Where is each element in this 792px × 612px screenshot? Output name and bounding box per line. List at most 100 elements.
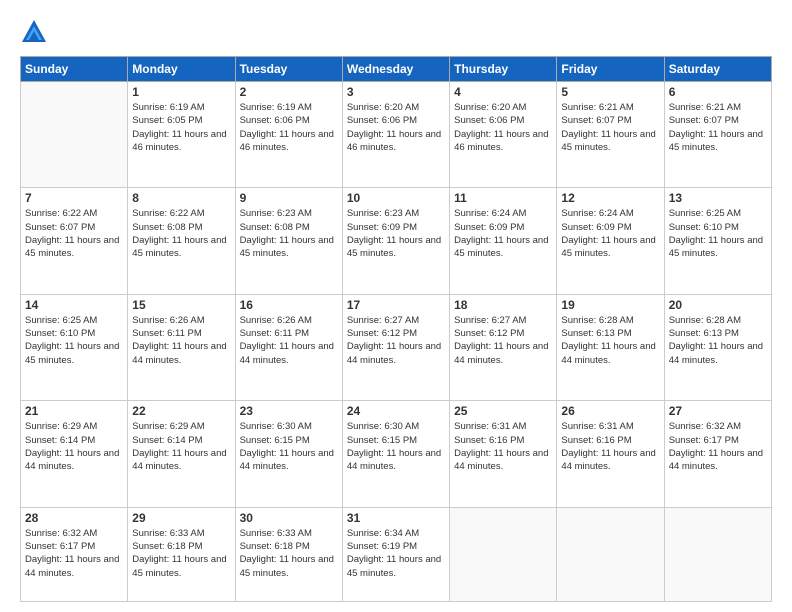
cell-info: Sunrise: 6:21 AMSunset: 6:07 PMDaylight:… bbox=[669, 101, 767, 154]
day-number: 24 bbox=[347, 404, 445, 418]
calendar-cell: 1 Sunrise: 6:19 AMSunset: 6:05 PMDaylight… bbox=[128, 82, 235, 188]
cell-info: Sunrise: 6:28 AMSunset: 6:13 PMDaylight:… bbox=[561, 314, 659, 367]
calendar-cell: 25 Sunrise: 6:31 AMSunset: 6:16 PMDayligh… bbox=[450, 401, 557, 507]
calendar-cell: 28 Sunrise: 6:32 AMSunset: 6:17 PMDayligh… bbox=[21, 507, 128, 601]
calendar-cell: 20 Sunrise: 6:28 AMSunset: 6:13 PMDayligh… bbox=[664, 294, 771, 400]
calendar-cell: 14 Sunrise: 6:25 AMSunset: 6:10 PMDayligh… bbox=[21, 294, 128, 400]
weekday-header: Wednesday bbox=[342, 57, 449, 82]
cell-info: Sunrise: 6:20 AMSunset: 6:06 PMDaylight:… bbox=[454, 101, 552, 154]
cell-info: Sunrise: 6:27 AMSunset: 6:12 PMDaylight:… bbox=[454, 314, 552, 367]
cell-info: Sunrise: 6:32 AMSunset: 6:17 PMDaylight:… bbox=[25, 527, 123, 580]
calendar-cell: 2 Sunrise: 6:19 AMSunset: 6:06 PMDaylight… bbox=[235, 82, 342, 188]
day-number: 16 bbox=[240, 298, 338, 312]
cell-info: Sunrise: 6:20 AMSunset: 6:06 PMDaylight:… bbox=[347, 101, 445, 154]
day-number: 25 bbox=[454, 404, 552, 418]
calendar-row: 21 Sunrise: 6:29 AMSunset: 6:14 PMDayligh… bbox=[21, 401, 772, 507]
cell-info: Sunrise: 6:33 AMSunset: 6:18 PMDaylight:… bbox=[240, 527, 338, 580]
logo bbox=[20, 18, 52, 46]
calendar-cell bbox=[450, 507, 557, 601]
cell-info: Sunrise: 6:31 AMSunset: 6:16 PMDaylight:… bbox=[454, 420, 552, 473]
weekday-header-row: SundayMondayTuesdayWednesdayThursdayFrid… bbox=[21, 57, 772, 82]
calendar-cell bbox=[664, 507, 771, 601]
cell-info: Sunrise: 6:19 AMSunset: 6:05 PMDaylight:… bbox=[132, 101, 230, 154]
day-number: 27 bbox=[669, 404, 767, 418]
cell-info: Sunrise: 6:28 AMSunset: 6:13 PMDaylight:… bbox=[669, 314, 767, 367]
calendar-cell: 29Sunrise: 6:33 AMSunset: 6:18 PMDayligh… bbox=[128, 507, 235, 601]
calendar-cell: 30 Sunrise: 6:33 AMSunset: 6:18 PMDayligh… bbox=[235, 507, 342, 601]
day-number: 3 bbox=[347, 85, 445, 99]
day-number: 1 bbox=[132, 85, 230, 99]
calendar-cell: 15 Sunrise: 6:26 AMSunset: 6:11 PMDayligh… bbox=[128, 294, 235, 400]
calendar-cell: 24 Sunrise: 6:30 AMSunset: 6:15 PMDayligh… bbox=[342, 401, 449, 507]
day-number: 30 bbox=[240, 511, 338, 525]
day-number: 7 bbox=[25, 191, 123, 205]
cell-info: Sunrise: 6:25 AMSunset: 6:10 PMDaylight:… bbox=[669, 207, 767, 260]
cell-info: Sunrise: 6:29 AMSunset: 6:14 PMDaylight:… bbox=[25, 420, 123, 473]
weekday-header: Sunday bbox=[21, 57, 128, 82]
calendar-cell: 4 Sunrise: 6:20 AMSunset: 6:06 PMDaylight… bbox=[450, 82, 557, 188]
weekday-header: Saturday bbox=[664, 57, 771, 82]
day-number: 19 bbox=[561, 298, 659, 312]
weekday-header: Friday bbox=[557, 57, 664, 82]
day-number: 21 bbox=[25, 404, 123, 418]
day-number: 26 bbox=[561, 404, 659, 418]
day-number: 17 bbox=[347, 298, 445, 312]
logo-icon bbox=[20, 18, 48, 46]
day-number: 12 bbox=[561, 191, 659, 205]
calendar-cell: 6 Sunrise: 6:21 AMSunset: 6:07 PMDaylight… bbox=[664, 82, 771, 188]
weekday-header: Tuesday bbox=[235, 57, 342, 82]
weekday-header: Monday bbox=[128, 57, 235, 82]
page: SundayMondayTuesdayWednesdayThursdayFrid… bbox=[0, 0, 792, 612]
calendar-row: 14 Sunrise: 6:25 AMSunset: 6:10 PMDayligh… bbox=[21, 294, 772, 400]
calendar-cell: 27Sunrise: 6:32 AMSunset: 6:17 PMDayligh… bbox=[664, 401, 771, 507]
calendar-cell: 7 Sunrise: 6:22 AMSunset: 6:07 PMDaylight… bbox=[21, 188, 128, 294]
calendar-cell: 11 Sunrise: 6:24 AMSunset: 6:09 PMDayligh… bbox=[450, 188, 557, 294]
calendar-cell: 5 Sunrise: 6:21 AMSunset: 6:07 PMDaylight… bbox=[557, 82, 664, 188]
calendar-cell: 21 Sunrise: 6:29 AMSunset: 6:14 PMDayligh… bbox=[21, 401, 128, 507]
cell-info: Sunrise: 6:21 AMSunset: 6:07 PMDaylight:… bbox=[561, 101, 659, 154]
day-number: 4 bbox=[454, 85, 552, 99]
cell-info: Sunrise: 6:31 AMSunset: 6:16 PMDaylight:… bbox=[561, 420, 659, 473]
calendar-cell: 31 Sunrise: 6:34 AMSunset: 6:19 PMDayligh… bbox=[342, 507, 449, 601]
calendar-cell: 18 Sunrise: 6:27 AMSunset: 6:12 PMDayligh… bbox=[450, 294, 557, 400]
calendar-cell: 22 Sunrise: 6:29 AMSunset: 6:14 PMDayligh… bbox=[128, 401, 235, 507]
calendar-cell: 12 Sunrise: 6:24 AMSunset: 6:09 PMDayligh… bbox=[557, 188, 664, 294]
cell-info: Sunrise: 6:29 AMSunset: 6:14 PMDaylight:… bbox=[132, 420, 230, 473]
calendar-cell: 8 Sunrise: 6:22 AMSunset: 6:08 PMDaylight… bbox=[128, 188, 235, 294]
calendar-row: 28 Sunrise: 6:32 AMSunset: 6:17 PMDayligh… bbox=[21, 507, 772, 601]
calendar-cell: 19 Sunrise: 6:28 AMSunset: 6:13 PMDayligh… bbox=[557, 294, 664, 400]
calendar-cell: 17Sunrise: 6:27 AMSunset: 6:12 PMDayligh… bbox=[342, 294, 449, 400]
day-number: 18 bbox=[454, 298, 552, 312]
cell-info: Sunrise: 6:22 AMSunset: 6:08 PMDaylight:… bbox=[132, 207, 230, 260]
day-number: 5 bbox=[561, 85, 659, 99]
cell-info: Sunrise: 6:19 AMSunset: 6:06 PMDaylight:… bbox=[240, 101, 338, 154]
day-number: 10 bbox=[347, 191, 445, 205]
day-number: 14 bbox=[25, 298, 123, 312]
day-number: 31 bbox=[347, 511, 445, 525]
day-number: 23 bbox=[240, 404, 338, 418]
day-number: 20 bbox=[669, 298, 767, 312]
day-number: 6 bbox=[669, 85, 767, 99]
cell-info: Sunrise: 6:30 AMSunset: 6:15 PMDaylight:… bbox=[240, 420, 338, 473]
cell-info: Sunrise: 6:30 AMSunset: 6:15 PMDaylight:… bbox=[347, 420, 445, 473]
calendar-cell bbox=[21, 82, 128, 188]
day-number: 9 bbox=[240, 191, 338, 205]
calendar-cell: 23 Sunrise: 6:30 AMSunset: 6:15 PMDayligh… bbox=[235, 401, 342, 507]
day-number: 13 bbox=[669, 191, 767, 205]
day-number: 28 bbox=[25, 511, 123, 525]
header bbox=[20, 18, 772, 46]
cell-info: Sunrise: 6:34 AMSunset: 6:19 PMDaylight:… bbox=[347, 527, 445, 580]
day-number: 11 bbox=[454, 191, 552, 205]
cell-info: Sunrise: 6:25 AMSunset: 6:10 PMDaylight:… bbox=[25, 314, 123, 367]
cell-info: Sunrise: 6:26 AMSunset: 6:11 PMDaylight:… bbox=[132, 314, 230, 367]
day-number: 2 bbox=[240, 85, 338, 99]
day-number: 8 bbox=[132, 191, 230, 205]
cell-info: Sunrise: 6:24 AMSunset: 6:09 PMDaylight:… bbox=[561, 207, 659, 260]
day-number: 15 bbox=[132, 298, 230, 312]
calendar-cell: 3 Sunrise: 6:20 AMSunset: 6:06 PMDaylight… bbox=[342, 82, 449, 188]
calendar-cell: 13 Sunrise: 6:25 AMSunset: 6:10 PMDayligh… bbox=[664, 188, 771, 294]
day-number: 22 bbox=[132, 404, 230, 418]
cell-info: Sunrise: 6:22 AMSunset: 6:07 PMDaylight:… bbox=[25, 207, 123, 260]
cell-info: Sunrise: 6:24 AMSunset: 6:09 PMDaylight:… bbox=[454, 207, 552, 260]
cell-info: Sunrise: 6:23 AMSunset: 6:08 PMDaylight:… bbox=[240, 207, 338, 260]
